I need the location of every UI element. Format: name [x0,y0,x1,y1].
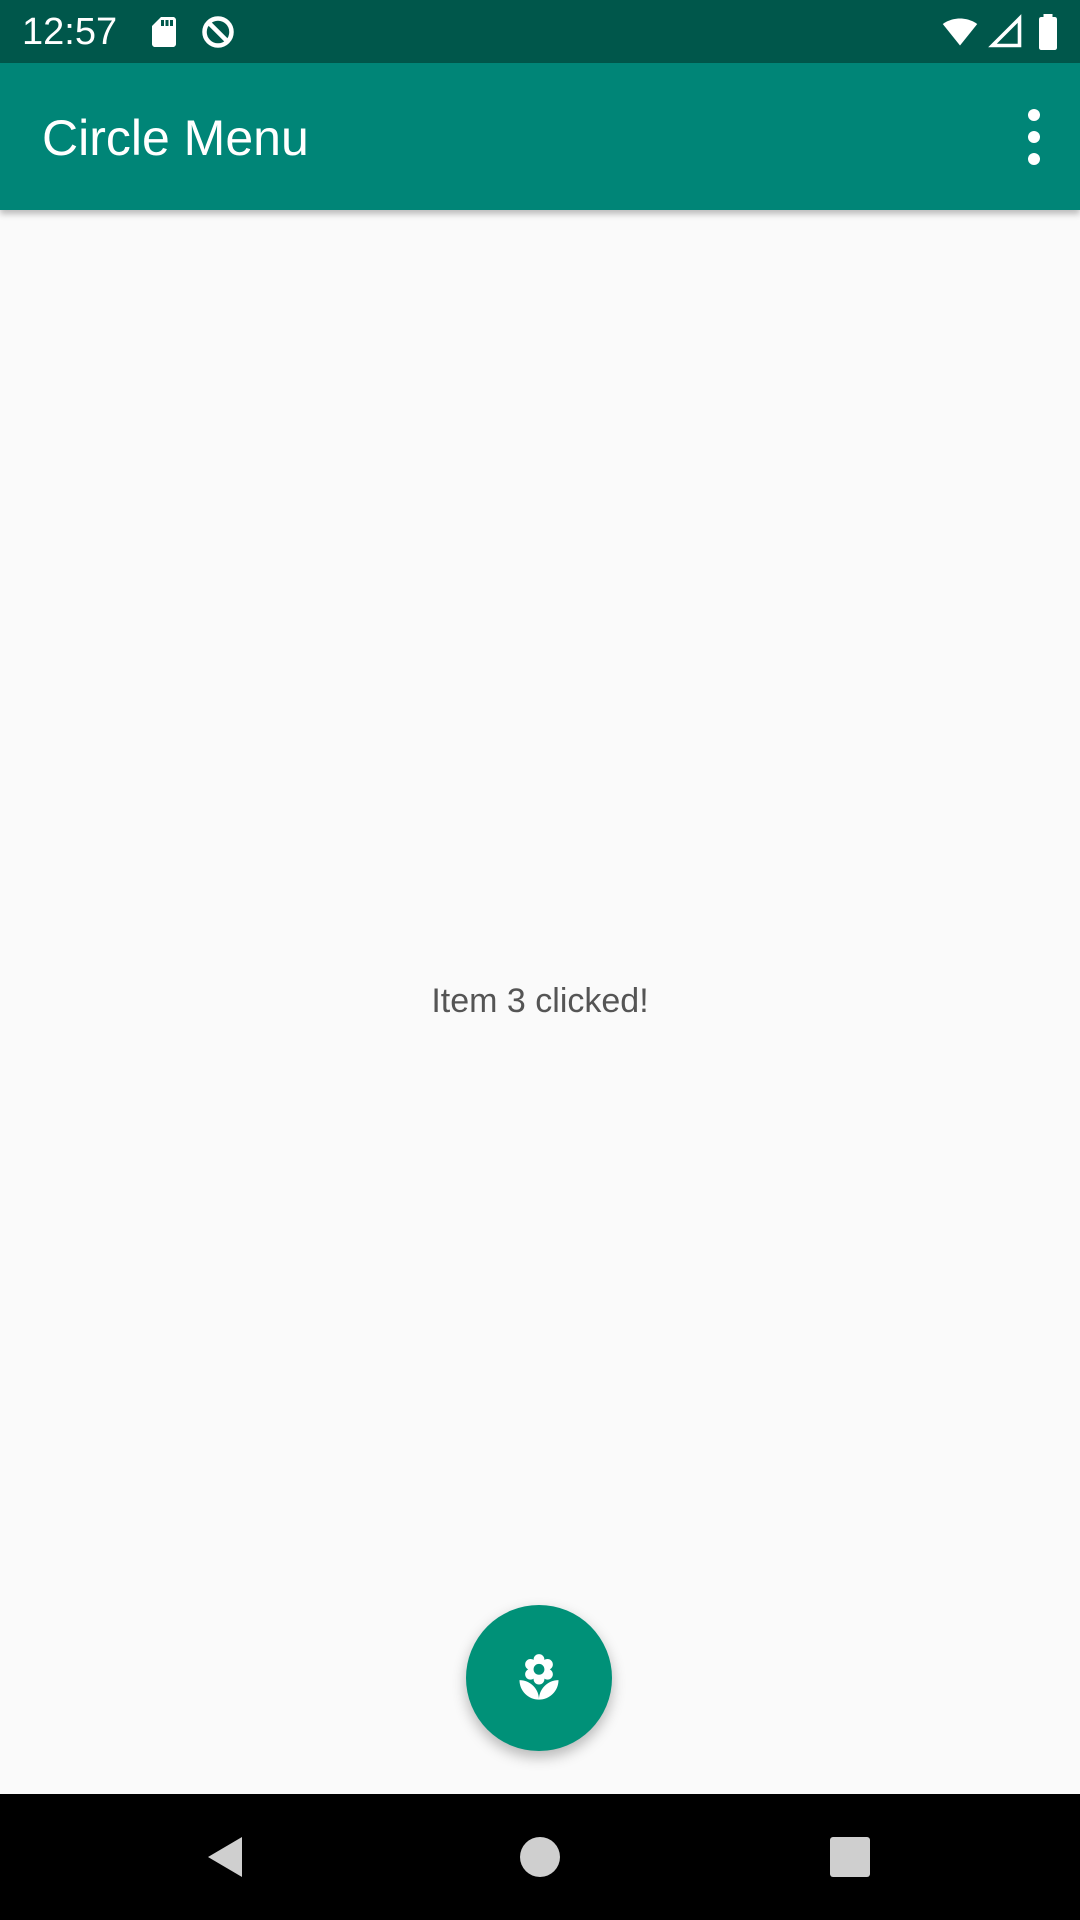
wifi-icon [942,18,978,46]
data-saver-icon [202,16,234,48]
back-icon[interactable] [200,1831,252,1883]
main-content: Item 3 clicked! [0,210,1080,1794]
navigation-bar [0,1794,1080,1920]
circle-menu-fab[interactable] [466,1605,612,1751]
screen: 12:57 Circle Menu Item 3 clicked! [0,0,1080,1920]
status-time: 12:57 [22,11,118,53]
recents-icon[interactable] [824,1831,876,1883]
sd-card-icon [152,17,176,47]
status-bar: 12:57 [0,0,1080,63]
battery-icon [1039,14,1057,50]
more-vert-icon[interactable] [1006,99,1062,175]
local-florist-icon [519,1654,559,1700]
app-bar: Circle Menu [0,63,1080,210]
home-icon[interactable] [514,1831,566,1883]
clicked-message: Item 3 clicked! [431,982,649,1020]
app-title: Circle Menu [42,110,309,166]
cell-signal-icon [988,14,1022,48]
